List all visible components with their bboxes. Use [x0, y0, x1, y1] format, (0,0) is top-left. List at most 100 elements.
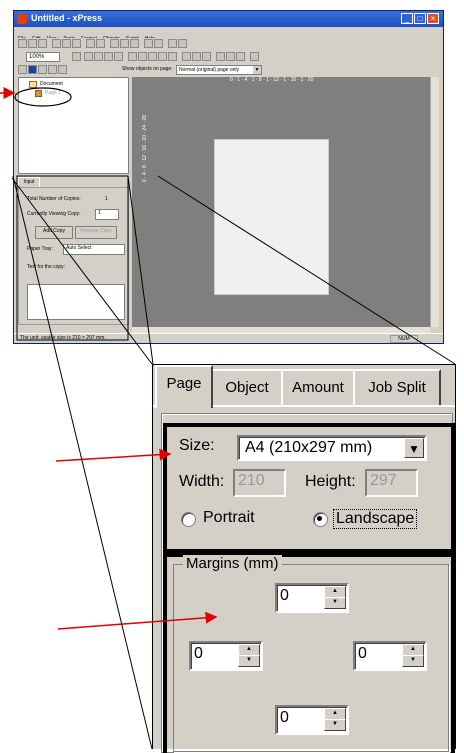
color-icon[interactable]	[28, 65, 37, 74]
tab-object[interactable]: Object	[211, 369, 283, 405]
margin-top-value: 0	[280, 587, 289, 604]
spin-down-icon[interactable]: ▼	[324, 597, 346, 609]
total-copies-value: 1	[105, 196, 108, 202]
help-icon[interactable]	[168, 39, 177, 48]
paper-tray-select[interactable]: Auto Select	[63, 244, 125, 255]
paper-tray-label: Paper Tray:	[27, 246, 53, 252]
zoom-tool-icon[interactable]	[48, 65, 57, 74]
line-icon[interactable]	[114, 52, 123, 61]
width-label: Width:	[179, 473, 225, 490]
vertical-ruler-ticks: 0 · 4 · 8 · 12 · 16 · 20 · 24 · 28	[142, 115, 148, 183]
dropdown-arrow-icon[interactable]: ▼	[253, 66, 261, 74]
zoom-icon	[16, 52, 25, 61]
page-sheet[interactable]	[214, 139, 329, 295]
align-bottom-icon[interactable]	[168, 52, 177, 61]
undo-icon[interactable]	[86, 39, 95, 48]
document-icon	[29, 81, 37, 88]
tab-amount[interactable]: Amount	[281, 369, 355, 405]
text-frame-icon[interactable]	[84, 52, 93, 61]
align-top-icon[interactable]	[158, 52, 167, 61]
spin-buttons: ▲ ▼	[324, 586, 346, 609]
margin-bottom-spinner[interactable]: 0 ▲ ▼	[275, 705, 349, 735]
spin-down-icon[interactable]: ▼	[238, 655, 260, 667]
tab-page[interactable]: Page	[155, 365, 213, 408]
spin-buttons: ▲ ▼	[402, 644, 424, 667]
margins-section: Margins (mm) 0 ▲ ▼ 0 ▲ ▼ 0 ▲ ▼ 0 ▲ ▼	[163, 553, 455, 753]
app-icon	[17, 14, 27, 24]
tree-item-document[interactable]: Document	[40, 81, 63, 87]
context-help-icon[interactable]	[178, 39, 187, 48]
margin-bottom-value: 0	[280, 709, 289, 726]
settings-icon[interactable]	[130, 39, 139, 48]
margin-right-spinner[interactable]: 0 ▲ ▼	[353, 641, 427, 671]
page-canvas[interactable]: 0 · 1 · 4 · 1 · 8 · 1 · 12 · 1 · 16 · 1 …	[132, 77, 435, 327]
margin-left-spinner[interactable]: 0 ▲ ▼	[189, 641, 263, 671]
group-icon[interactable]	[202, 52, 211, 61]
width-field[interactable]: 210	[233, 469, 286, 497]
snap-icon[interactable]	[226, 52, 235, 61]
play-icon[interactable]	[154, 39, 163, 48]
size-label: Size:	[179, 437, 215, 454]
close-button[interactable]: ×	[427, 13, 439, 24]
view-toolbar: Show objects on page: Normal (original) …	[16, 64, 441, 76]
align-center-icon[interactable]	[138, 52, 147, 61]
portrait-radio[interactable]	[181, 512, 196, 527]
remove-copy-button[interactable]: Remove Copy	[75, 226, 117, 239]
status-bar: The unit: usable size is 210 × 297 mm. N…	[14, 333, 443, 343]
add-copy-button[interactable]: Add Copy	[35, 226, 73, 239]
paste-icon[interactable]	[72, 39, 81, 48]
maximize-button[interactable]: □	[414, 13, 426, 24]
viewing-copy-spinner[interactable]: 1	[95, 209, 119, 220]
save-icon[interactable]	[38, 39, 47, 48]
landscape-radio[interactable]	[313, 512, 328, 527]
tab-job-split[interactable]: Job Split	[353, 369, 441, 405]
preview-icon[interactable]	[110, 39, 119, 48]
pan-icon[interactable]	[58, 65, 67, 74]
margin-top-spinner[interactable]: 0 ▲ ▼	[275, 583, 349, 613]
tab-input[interactable]: Input	[18, 177, 40, 187]
copy-text-area[interactable]	[27, 284, 125, 320]
open-icon[interactable]	[28, 39, 37, 48]
size-value: A4 (210x297 mm)	[245, 439, 373, 456]
align-left-icon[interactable]	[128, 52, 137, 61]
text-for-copy-label: Text for the copy:	[27, 264, 66, 270]
spin-down-icon[interactable]: ▼	[324, 719, 346, 731]
total-copies-label: Total Number of Copies:	[27, 196, 81, 202]
margin-right-value: 0	[358, 645, 367, 662]
size-select[interactable]: A4 (210x297 mm) ▼	[237, 435, 427, 461]
layout-icon[interactable]	[144, 39, 153, 48]
vertical-ruler: 0 · 4 · 8 · 12 · 16 · 20 · 24 · 28	[142, 115, 148, 315]
page-view-icon[interactable]	[38, 65, 47, 74]
tree-item-page[interactable]: Page 1	[45, 90, 61, 96]
bring-front-icon[interactable]	[182, 52, 191, 61]
page-icon	[35, 90, 42, 97]
grid-icon[interactable]	[216, 52, 225, 61]
document-tree: Document Page 1	[18, 77, 129, 174]
cut-icon[interactable]	[52, 39, 61, 48]
send-back-icon[interactable]	[192, 52, 201, 61]
standard-toolbar	[16, 38, 441, 50]
size-section: Size: A4 (210x297 mm) ▼ Width: 210 Heigh…	[163, 423, 455, 553]
zoom-select[interactable]: 100%	[26, 52, 60, 62]
rotate-icon[interactable]	[236, 52, 245, 61]
copy-icon[interactable]	[62, 39, 71, 48]
height-field[interactable]: 297	[365, 469, 418, 497]
new-icon[interactable]	[18, 39, 27, 48]
barcode-icon[interactable]	[104, 52, 113, 61]
minimize-button[interactable]: _	[401, 13, 413, 24]
show-objects-select[interactable]: Normal (original) page only ▼	[176, 65, 262, 75]
print-icon[interactable]	[120, 39, 129, 48]
vertical-scrollbar[interactable]	[430, 77, 439, 327]
pointer-icon[interactable]	[72, 52, 81, 61]
redo-icon[interactable]	[96, 39, 105, 48]
status-text: The unit: usable size is 210 × 297 mm.	[20, 335, 106, 341]
image-frame-icon[interactable]	[94, 52, 103, 61]
dropdown-arrow-icon[interactable]: ▼	[404, 438, 424, 458]
horizontal-ruler: 0 · 1 · 4 · 1 · 8 · 1 · 12 · 1 · 16 · 1 …	[132, 77, 435, 85]
select-icon[interactable]	[18, 65, 27, 74]
align-right-icon[interactable]	[148, 52, 157, 61]
spin-down-icon[interactable]: ▼	[402, 655, 424, 667]
delete-icon[interactable]	[250, 52, 259, 61]
input-panel: Total Number of Copies: 1 Currently View…	[18, 187, 129, 325]
show-objects-value: Normal (original) page only	[179, 67, 240, 73]
